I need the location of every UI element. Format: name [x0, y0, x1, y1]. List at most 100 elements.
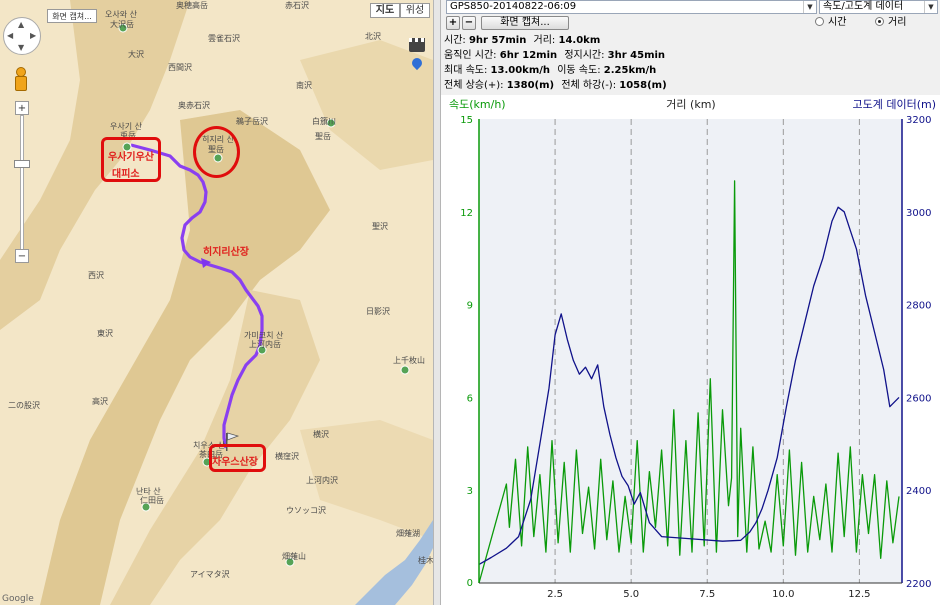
zoom-in-button[interactable]: +: [15, 101, 29, 115]
x-tick-label: 2.5: [547, 589, 563, 600]
chart-zoom-out-button[interactable]: −: [462, 16, 476, 30]
map-label: 白籏川: [312, 117, 336, 126]
view-mode-value: 속도/고도계 데이터: [823, 1, 904, 12]
annotation-label: 대피소: [112, 169, 140, 180]
map-capture-button[interactable]: 화면 캡쳐...: [47, 9, 97, 23]
stat-label: 움직인 시간:: [444, 50, 497, 61]
gps-file-select[interactable]: GPS850-20140822-06:09 ▼: [446, 0, 817, 14]
map-label: 仁田岳: [140, 496, 164, 505]
radio-time-label: 시간: [828, 17, 847, 28]
stat-value: 1380(m): [506, 80, 555, 91]
google-attribution: Google: [2, 594, 34, 604]
y-left-tick-label: 6: [467, 393, 473, 404]
map-label: 大沢岳: [110, 20, 134, 29]
map-view[interactable]: 화면 캡쳐... 지도 위성 ▲ ▼ ◀ ▶ + − 奥穂高岳 오사와 산 大沢…: [0, 0, 433, 605]
y-left-tick-label: 12: [460, 208, 473, 219]
map-label: 畑薙山: [282, 552, 306, 561]
y-left-tick-label: 3: [467, 486, 473, 497]
pan-control[interactable]: ▲ ▼ ◀ ▶: [3, 17, 41, 55]
annotation-label: 차우스산장: [212, 457, 258, 468]
radio-distance[interactable]: 거리: [875, 17, 906, 29]
radio-time[interactable]: 시간: [815, 17, 846, 29]
map-label: 南沢: [296, 81, 312, 90]
zoom-slider-track[interactable]: [20, 115, 24, 257]
x-axis-label: 거리 (km): [666, 98, 715, 111]
map-terrain: [0, 0, 433, 605]
chevron-down-icon[interactable]: ▼: [803, 1, 816, 13]
chart-capture-button[interactable]: 화면 캡쳐...: [481, 16, 569, 30]
stat-value: 9hr 57min: [468, 35, 527, 46]
x-tick-label: 12.5: [848, 589, 870, 600]
radio-time-indicator[interactable]: [815, 17, 824, 26]
map-label: 桂木: [418, 556, 433, 565]
map-label: 聖岳: [315, 132, 331, 141]
stat-label: 거리:: [533, 35, 556, 46]
map-label: 雲雀石沢: [208, 34, 240, 43]
y-axis-right-label: 고도계 데이터(m): [852, 98, 936, 111]
map-label: 東沢: [97, 329, 113, 338]
stat-label: 정지시간:: [564, 50, 605, 61]
stat-value: 1058(m): [619, 80, 667, 91]
stat-value: 14.0km: [558, 35, 601, 46]
map-label: ウソッコ沢: [286, 506, 326, 515]
radio-distance-indicator[interactable]: [875, 17, 884, 26]
chevron-down-icon[interactable]: ▼: [924, 1, 937, 13]
stat-value: 6hr 12min: [499, 50, 558, 61]
radio-distance-label: 거리: [888, 17, 907, 28]
map-label: 鵜子岳沢: [236, 117, 268, 126]
map-type-map-button[interactable]: 지도: [370, 3, 400, 18]
speed-altitude-chart[interactable]: 2.5 5.0 7.5 10.0 12.5 0 3 6 9 12 15 2200 2400 2600 280…: [441, 95, 940, 605]
y-axis-left-label: 속도(km/h): [449, 98, 506, 111]
y-right-tick-label: 3000: [906, 208, 931, 219]
map-label: 横窪沢: [275, 452, 299, 461]
map-label: 上河内岳: [249, 340, 281, 349]
stat-row-elevation: 전체 상승(+): 1380(m) 전체 하강(-): 1058(m): [444, 79, 667, 93]
y-right-tick-label: 2200: [906, 579, 931, 590]
stat-value: 2.25km/h: [603, 65, 657, 76]
map-label: 二の股沢: [8, 401, 40, 410]
y-left-tick-label: 0: [467, 578, 473, 589]
annotation-circle-hijiri: [193, 126, 240, 178]
stat-value: 3hr 45min: [607, 50, 666, 61]
stat-label: 최대 속도:: [444, 65, 488, 76]
map-label: 西沢: [88, 271, 104, 280]
y-right-tick-label: 2400: [906, 486, 931, 497]
map-label: 高沢: [92, 397, 108, 406]
map-label: 北沢: [365, 32, 381, 41]
gps-file-value: GPS850-20140822-06:09: [450, 1, 577, 12]
map-label: 畑薙湖: [396, 529, 420, 538]
stat-row-moving: 움직인 시간: 6hr 12min 정지시간: 3hr 45min: [444, 49, 665, 63]
stat-row-speed: 최대 속도: 13.00km/h 이동 속도: 2.25km/h: [444, 64, 656, 78]
street-view-pegman-icon[interactable]: [12, 67, 28, 91]
annotation-label: 히지리산장: [203, 247, 249, 258]
y-left-tick-label: 9: [467, 301, 473, 312]
pan-left-icon[interactable]: ◀: [7, 31, 13, 40]
map-label: 西間沢: [168, 63, 192, 72]
view-mode-select[interactable]: 속도/고도계 데이터 ▼: [819, 0, 938, 14]
stat-label: 이동 속도:: [557, 65, 601, 76]
stat-label: 전체 하강(-):: [561, 80, 617, 91]
pan-down-icon[interactable]: ▼: [18, 43, 24, 52]
x-tick-label: 10.0: [772, 589, 794, 600]
clapboard-icon[interactable]: [409, 38, 425, 52]
data-panel: GPS850-20140822-06:09 ▼ 속도/고도계 데이터 ▼ + −…: [441, 0, 940, 605]
stat-label: 전체 상승(+):: [444, 80, 504, 91]
map-label: 奥穂高岳: [176, 1, 208, 10]
pan-up-icon[interactable]: ▲: [18, 20, 24, 29]
map-label: 聖沢: [372, 222, 388, 231]
chart-zoom-in-button[interactable]: +: [446, 16, 460, 30]
zoom-slider-handle[interactable]: [14, 160, 30, 168]
zoom-out-button[interactable]: −: [15, 249, 29, 263]
annotation-label: 우사기우산: [108, 152, 154, 163]
stat-value: 13.00km/h: [490, 65, 551, 76]
map-label: 奥赤石沢: [178, 101, 210, 110]
map-label: アイマタ沢: [190, 570, 230, 579]
map-type-satellite-button[interactable]: 위성: [400, 3, 430, 18]
pan-right-icon[interactable]: ▶: [30, 31, 36, 40]
y-right-tick-label: 3200: [906, 115, 931, 126]
y-right-tick-label: 2800: [906, 301, 931, 312]
pane-splitter[interactable]: [433, 0, 441, 605]
location-pin-icon[interactable]: [409, 55, 425, 72]
map-label: 上千枚山: [393, 356, 425, 365]
map-label: 大沢: [128, 50, 144, 59]
